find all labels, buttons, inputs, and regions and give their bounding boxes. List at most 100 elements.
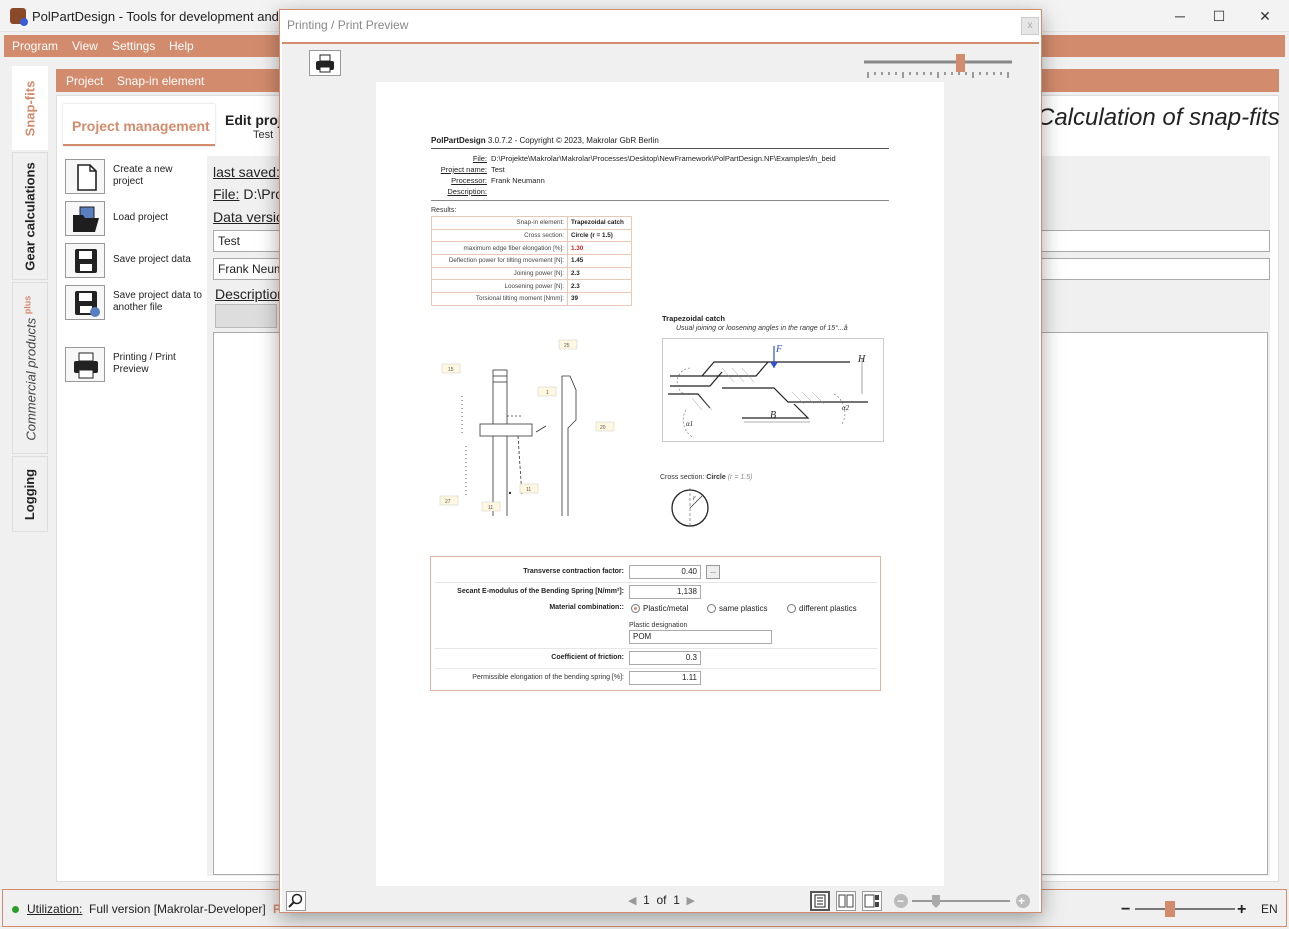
secant-label: Secant E-modulus of the Bending Spring [… (457, 588, 624, 595)
tab-logging[interactable]: Logging (12, 456, 48, 532)
meta-file-value: D:\Projekte\Makrolar\Makrolar\Processes\… (491, 154, 836, 163)
radio-different-plastics[interactable]: different plastics (787, 604, 857, 613)
data-version-text: Data versic (213, 209, 284, 225)
preview-footer: ◀ 1 of 1 ▶ − + (282, 888, 1039, 914)
save-icon (65, 243, 105, 278)
side-tab-strip: Snap-fits Gear calculations Commercial p… (8, 66, 48, 536)
printer-icon (65, 347, 105, 382)
tab-project-management-label: Project management (72, 118, 210, 134)
zoom-out-icon[interactable]: − (1121, 901, 1130, 918)
tab-snap-fits-label: Snap-fits (22, 80, 38, 136)
zoom-thumb[interactable] (1165, 901, 1175, 917)
maximize-button[interactable]: ☐ (1199, 4, 1239, 28)
form-separator (435, 648, 877, 649)
form-separator (435, 582, 877, 583)
open-folder-icon (65, 201, 105, 236)
single-page-view-button[interactable] (810, 891, 830, 911)
multi-page-view-button[interactable] (862, 891, 882, 911)
dialog-close-button[interactable]: x (1021, 17, 1039, 35)
meta-description-key: Description: (447, 187, 487, 196)
radio-same-plastics-label: same plastics (719, 604, 768, 613)
results-key: Loosening power [N]: (431, 279, 568, 294)
dim-15: 15 (448, 367, 454, 373)
prev-page-icon[interactable]: ◀ (628, 895, 636, 907)
transverse-input[interactable]: 0.40 (629, 565, 701, 579)
trapezoidal-catch-drawing: F H B α1 α2 (662, 338, 884, 442)
menu-program[interactable]: Program (12, 39, 58, 53)
create-project-button[interactable]: Create a new project (63, 158, 209, 196)
results-row: Cross section: Circle (r = 1.5) (431, 228, 632, 243)
force-label: F (775, 344, 783, 355)
radio-same-plastics[interactable]: same plastics (707, 604, 767, 613)
file-value: D:\Pro (243, 186, 284, 202)
preview-scale-slider[interactable] (862, 54, 1014, 84)
minimize-button[interactable]: ─ (1160, 4, 1200, 28)
transverse-ellipsis-button[interactable]: ... (706, 565, 720, 579)
utilization-link[interactable]: Utilization: (27, 902, 82, 916)
results-value: 2.3 (567, 279, 632, 294)
cross-section-label: Cross section: Circle (r = 1.5) (660, 474, 752, 481)
catch-title: Trapezoidal catch (662, 314, 725, 323)
file-key[interactable]: File: (213, 186, 239, 202)
results-key: Deflection power for tilting movement [N… (431, 254, 568, 268)
print-preview-dialog: Printing / Print Preview x PolPartDesign… (279, 9, 1042, 913)
menu-settings[interactable]: Settings (112, 39, 155, 53)
current-page[interactable]: 1 (643, 893, 650, 907)
tab-gear-calculations[interactable]: Gear calculations (12, 152, 48, 280)
radio-plastic-metal[interactable]: Plastic/metal (631, 604, 688, 613)
search-button[interactable] (286, 891, 306, 911)
description-toolbar[interactable] (215, 304, 277, 328)
save-as-button[interactable]: Save project data to another file (63, 284, 209, 322)
radio-plastic-metal-label: Plastic/metal (643, 604, 689, 613)
print-preview-button[interactable]: Printing / Print Preview (63, 346, 209, 384)
results-key: Snap-in element: (431, 216, 568, 230)
radio-different-plastics-label: different plastics (799, 604, 857, 613)
menu-view[interactable]: View (72, 39, 98, 53)
catch-subtitle: Usual joining or loosening angles in the… (676, 325, 848, 332)
load-project-button[interactable]: Load project (63, 200, 209, 238)
tab-edit-project[interactable]: Edit proj (225, 112, 282, 128)
two-page-view-button[interactable] (836, 891, 856, 911)
page-title: Calculation of snap-fits (1037, 104, 1280, 131)
meta-project-key: Project name: (440, 165, 487, 174)
description-label: Description (215, 286, 285, 302)
print-button[interactable] (309, 50, 341, 76)
zoom-thumb[interactable] (932, 895, 940, 908)
meta-rule (431, 200, 889, 201)
radius-label: r (693, 494, 696, 502)
utilization-value: Full version [Makrolar-Developer] (89, 902, 266, 916)
dim-11b: 11 (488, 505, 493, 511)
permissible-label: Permissible elongation of the bending sp… (472, 674, 624, 681)
menu-help[interactable]: Help (169, 39, 194, 53)
breadcrumb-snapin[interactable]: Snap-in element (117, 74, 204, 88)
zoom-in-icon[interactable]: + (1018, 894, 1025, 908)
preview-zoom-slider[interactable]: − + (892, 892, 1034, 910)
plastic-designation-label: Plastic designation (629, 622, 688, 629)
main-zoom-slider[interactable]: − + (1121, 900, 1249, 918)
language-selector[interactable]: EN (1261, 902, 1278, 916)
printer-icon (316, 54, 334, 73)
permissible-input[interactable]: 1.11 (629, 671, 701, 685)
height-label: H (857, 354, 866, 365)
friction-input[interactable]: 0.3 (629, 651, 701, 665)
width-label: B (770, 410, 776, 421)
breadcrumb-project[interactable]: Project (66, 74, 103, 88)
results-row: Snap-in element: Trapezoidal catch (431, 216, 632, 230)
zoom-out-icon[interactable]: − (897, 894, 904, 908)
tab-logging-label: Logging (22, 468, 38, 520)
secant-input[interactable]: 1,138 (629, 585, 701, 599)
tab-commercial-products[interactable]: Commercial products plus (12, 282, 48, 454)
slider-thumb[interactable] (956, 54, 965, 72)
tab-commercial-label: Commercial products plus (22, 296, 38, 441)
results-key: Torsional tilting moment [Nmm]: (431, 292, 568, 306)
tab-project-management[interactable]: Project management (63, 104, 215, 146)
total-pages: 1 (673, 893, 680, 907)
save-project-button[interactable]: Save project data (63, 242, 209, 280)
next-page-icon[interactable]: ▶ (687, 895, 695, 907)
material-parameters-form: Transverse contraction factor: 0.40 ... … (430, 556, 881, 691)
tab-snap-fits[interactable]: Snap-fits (12, 66, 48, 150)
form-separator (435, 668, 877, 669)
zoom-in-icon[interactable]: + (1237, 901, 1246, 918)
plastic-designation-input[interactable]: POM (629, 630, 772, 644)
close-button[interactable]: ✕ (1245, 4, 1285, 28)
